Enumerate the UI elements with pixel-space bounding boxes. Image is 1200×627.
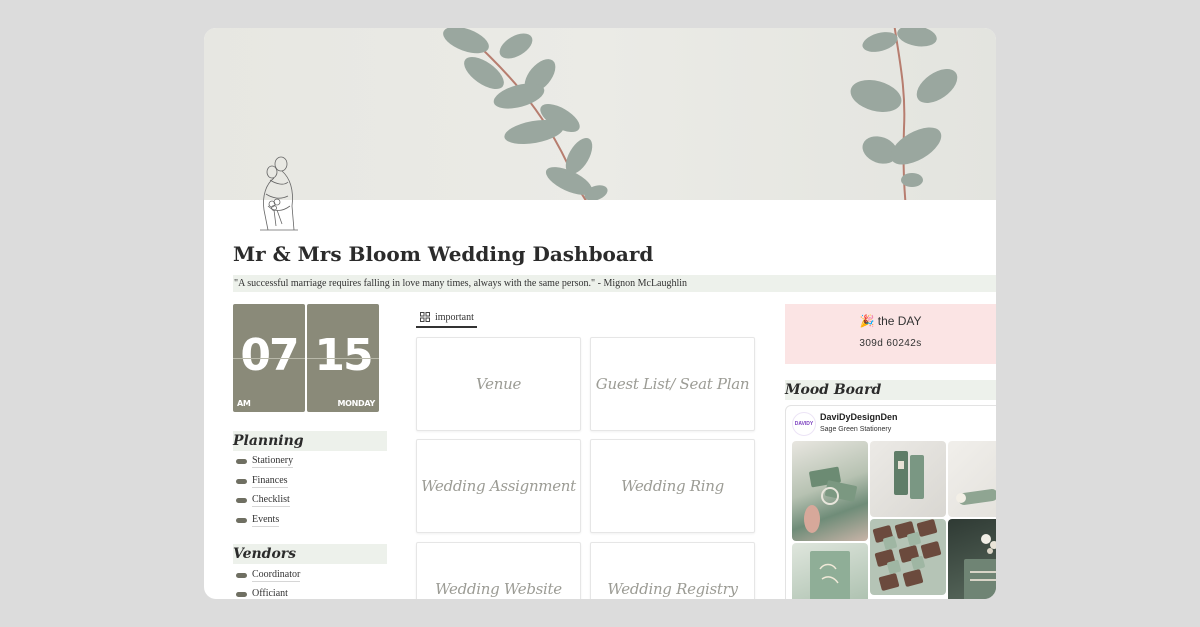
pin-board-title: Sage Green Stationery bbox=[820, 426, 892, 433]
tab-label: important bbox=[435, 311, 474, 323]
link-label: Officiant bbox=[252, 587, 288, 599]
flip-divider bbox=[307, 358, 379, 359]
gallery-card-wedding-registry[interactable]: Wedding Registry bbox=[590, 542, 755, 599]
gallery-card-guest-list[interactable]: Guest List/ Seat Plan bbox=[590, 337, 755, 431]
active-tab-indicator bbox=[416, 326, 477, 328]
countdown-title: 🎉 the DAY bbox=[785, 314, 996, 328]
pill-icon bbox=[236, 572, 247, 578]
cards-photo bbox=[894, 451, 924, 499]
link-label: Events bbox=[252, 513, 280, 527]
link-label: Stationery bbox=[252, 454, 294, 468]
vendors-heading: Vendors bbox=[233, 544, 387, 564]
party-popper-icon: 🎉 bbox=[859, 314, 875, 328]
clock-minute: 15 bbox=[314, 330, 373, 381]
countdown-label: the DAY bbox=[877, 314, 922, 328]
link-finances[interactable]: Finances bbox=[235, 474, 288, 488]
countdown-widget: 🎉 the DAY 309d 60242s bbox=[785, 304, 996, 364]
pin-image[interactable] bbox=[948, 519, 996, 599]
pin-board-owner[interactable]: DaviDyDesignDen bbox=[820, 412, 898, 422]
floral-invite-photo bbox=[964, 534, 996, 599]
tube-photo bbox=[956, 489, 996, 505]
link-coordinator[interactable]: Coordinator bbox=[235, 568, 301, 582]
eucalyptus-illustration bbox=[443, 28, 958, 200]
link-label: Coordinator bbox=[252, 568, 301, 582]
link-events[interactable]: Events bbox=[235, 513, 280, 527]
invitation-card-photo bbox=[810, 551, 850, 599]
clock-hour: 07 bbox=[240, 330, 299, 381]
gallery-card-venue[interactable]: Venue bbox=[416, 337, 581, 431]
cover-image bbox=[204, 28, 996, 200]
clock-weekday: MONDAY bbox=[337, 399, 375, 408]
pin-image[interactable] bbox=[792, 441, 868, 541]
invitation-photo bbox=[804, 466, 857, 533]
mood-board-heading: Mood Board bbox=[785, 380, 996, 400]
grid-icon bbox=[420, 312, 430, 322]
pinterest-embed[interactable]: DAVIDY DaviDyDesignDen Sage Green Statio… bbox=[785, 405, 996, 599]
link-label: Finances bbox=[252, 474, 288, 488]
pin-image[interactable] bbox=[870, 519, 946, 595]
clock-period: AM bbox=[237, 399, 251, 408]
page-title: Mr & Mrs Bloom Wedding Dashboard bbox=[233, 242, 654, 266]
pill-icon bbox=[236, 478, 247, 484]
quote-callout: "A successful marriage requires falling … bbox=[233, 275, 996, 292]
link-label: Checklist bbox=[252, 493, 290, 507]
countdown-value: 309d 60242s bbox=[859, 338, 922, 349]
planning-heading: Planning bbox=[233, 431, 387, 451]
gallery-card-wedding-ring[interactable]: Wedding Ring bbox=[590, 439, 755, 533]
gallery-card-wedding-assignment[interactable]: Wedding Assignment bbox=[416, 439, 581, 533]
pin-image[interactable] bbox=[792, 543, 868, 599]
pin-image[interactable] bbox=[948, 441, 996, 517]
pin-avatar: DAVIDY bbox=[792, 412, 816, 436]
pill-icon bbox=[236, 591, 247, 597]
gallery-tab-important[interactable]: important bbox=[416, 308, 474, 326]
clock-minute-card: 15 MONDAY bbox=[307, 304, 379, 412]
link-officiant[interactable]: Officiant bbox=[235, 587, 288, 599]
couple-sketch-icon[interactable] bbox=[252, 154, 304, 232]
gallery-card-wedding-website[interactable]: Wedding Website bbox=[416, 542, 581, 599]
pill-icon bbox=[236, 517, 247, 523]
clock-hour-card: 07 AM bbox=[233, 304, 305, 412]
pill-icon bbox=[236, 497, 247, 503]
pill-icon bbox=[236, 458, 247, 464]
link-stationery[interactable]: Stationery bbox=[235, 454, 294, 468]
chocolate-favors-photo bbox=[872, 519, 942, 591]
flip-divider bbox=[233, 358, 305, 359]
pin-image[interactable] bbox=[870, 441, 946, 517]
link-checklist[interactable]: Checklist bbox=[235, 493, 290, 507]
dashboard-page: Mr & Mrs Bloom Wedding Dashboard "A succ… bbox=[204, 28, 996, 599]
